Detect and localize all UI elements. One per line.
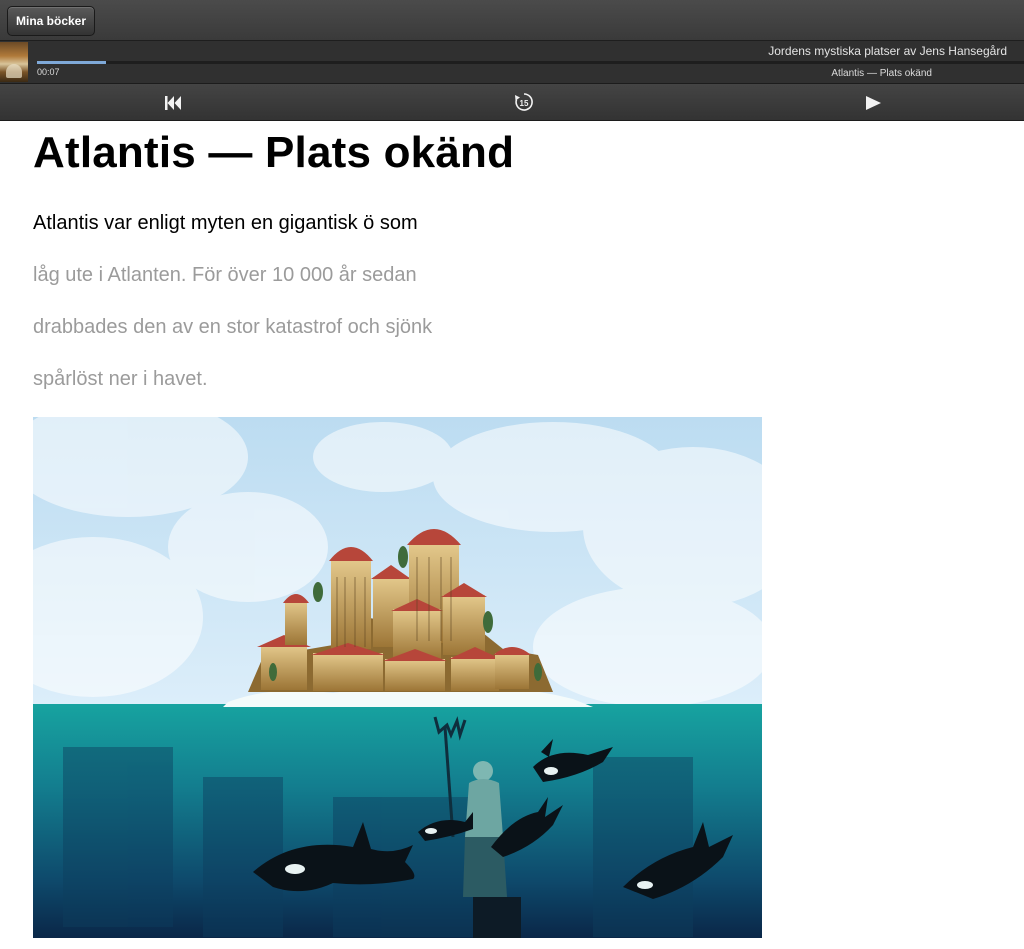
text-line: Atlantis var enligt myten en gigantisk ö…	[33, 212, 418, 234]
elapsed-time: 00:07	[37, 67, 60, 77]
book-cover-thumbnail[interactable]	[0, 42, 28, 82]
rewind-15-icon[interactable]: 15	[513, 91, 535, 113]
progress-slider[interactable]	[37, 61, 1024, 64]
book-title: Jordens mystiska platser av Jens Hansegå…	[768, 44, 1007, 58]
atlantis-illustration	[33, 417, 762, 938]
chapter-heading: Atlantis — Plats okänd	[33, 128, 515, 177]
my-books-button[interactable]: Mina böcker	[7, 6, 96, 36]
top-toolbar: Mina böcker	[0, 0, 1024, 41]
progress-fill	[37, 61, 107, 64]
status-bar	[0, 938, 1024, 949]
text-line: drabbades den av en stor katastrof och s…	[33, 316, 433, 338]
chapter-title: Atlantis — Plats okänd	[831, 68, 932, 79]
playback-controls: 15	[0, 84, 1024, 121]
player-info-bar: Jordens mystiska platser av Jens Hansegå…	[0, 41, 1024, 84]
play-icon[interactable]	[863, 93, 883, 113]
rewind-label: 15	[520, 99, 529, 108]
skip-back-icon[interactable]	[163, 93, 183, 113]
text-line: låg ute i Atlanten. För över 10 000 år s…	[33, 264, 417, 286]
text-line: spårlöst ner i havet.	[33, 368, 208, 390]
